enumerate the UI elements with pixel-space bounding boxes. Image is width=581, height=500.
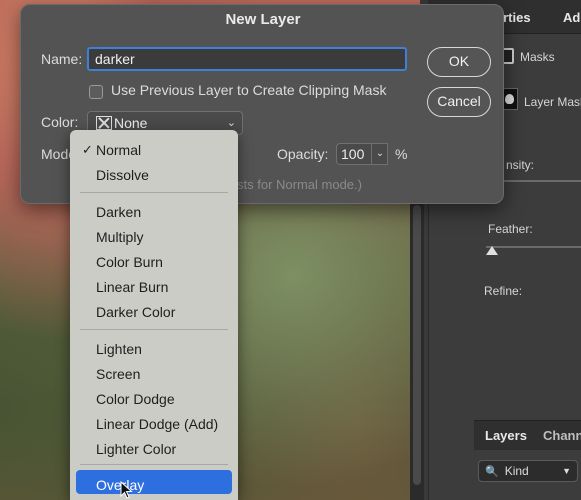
menu-item-dissolve[interactable]: Dissolve	[96, 167, 149, 183]
ok-button[interactable]: OK	[427, 47, 491, 77]
color-value: None	[114, 115, 148, 131]
menu-item-darken[interactable]: Darken	[96, 204, 141, 220]
menu-item-linear-burn[interactable]: Linear Burn	[96, 279, 168, 295]
menu-item-linear-dodge[interactable]: Linear Dodge (Add)	[96, 416, 218, 432]
canvas-scrollbar-thumb[interactable]	[413, 205, 421, 485]
opacity-label: Opacity:	[277, 146, 329, 162]
kind-label: Kind	[504, 464, 529, 478]
blend-mode-menu: ✓ Normal Dissolve Darken Multiply Color …	[70, 130, 238, 500]
color-label: Color:	[41, 114, 79, 130]
layer-name-input[interactable]: darker	[87, 47, 407, 71]
layer-mask-label: Layer Mask	[524, 95, 581, 109]
clipping-mask-checkbox[interactable]	[89, 85, 103, 99]
name-label: Name:	[41, 51, 83, 67]
mouse-pointer-icon	[120, 481, 133, 499]
density-label: nsity:	[506, 158, 535, 172]
tab-channels[interactable]: Chann	[543, 428, 581, 443]
menu-item-lighter-color[interactable]: Lighter Color	[96, 441, 176, 457]
menu-item-lighten[interactable]: Lighten	[96, 341, 142, 357]
search-icon: 🔍	[485, 465, 499, 478]
masks-label: Masks	[520, 50, 555, 64]
opacity-chevron-icon[interactable]: ⌄	[371, 143, 388, 165]
cancel-button[interactable]: Cancel	[427, 87, 491, 117]
checkmark-icon: ✓	[82, 142, 93, 157]
feather-slider-track[interactable]	[486, 246, 581, 248]
layer-kind-filter[interactable]: 🔍 Kind ▼	[478, 460, 578, 482]
clipping-mask-label: Use Previous Layer to Create Clipping Ma…	[111, 82, 387, 98]
menu-item-multiply[interactable]: Multiply	[96, 229, 143, 245]
menu-item-normal[interactable]: Normal	[96, 142, 141, 158]
dialog-title: New Layer	[225, 11, 301, 28]
feather-slider-thumb[interactable]	[486, 246, 498, 255]
menu-item-color-dodge[interactable]: Color Dodge	[96, 391, 175, 407]
menu-item-darker-color[interactable]: Darker Color	[96, 304, 175, 320]
neutral-color-hint: sts for Normal mode.)	[237, 177, 362, 192]
refine-label: Refine:	[484, 284, 523, 298]
opacity-unit: %	[395, 146, 408, 162]
tab-layers[interactable]: Layers	[485, 428, 527, 443]
no-color-icon	[96, 116, 112, 130]
menu-separator	[80, 329, 228, 330]
chevron-down-icon: ▼	[562, 466, 571, 476]
chevron-down-icon: ⌄	[226, 117, 236, 129]
menu-separator	[80, 464, 228, 465]
tab-adjustments[interactable]: Ad	[563, 10, 580, 25]
menu-item-color-burn[interactable]: Color Burn	[96, 254, 163, 270]
menu-item-screen[interactable]: Screen	[96, 366, 140, 382]
menu-separator	[80, 192, 228, 193]
feather-label: Feather:	[488, 222, 533, 236]
